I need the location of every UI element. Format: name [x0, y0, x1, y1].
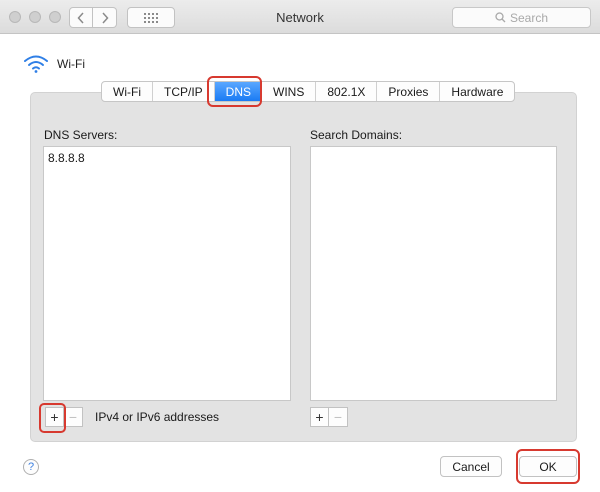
add-button-highlight	[39, 403, 66, 433]
remove-dns-server-button[interactable]: −	[64, 407, 83, 427]
tab-8021x[interactable]: 802.1X	[316, 82, 378, 101]
search-icon	[495, 12, 506, 23]
search-input[interactable]: Search	[452, 7, 591, 28]
tab-bar: Wi-Fi TCP/IP DNS WINS 802.1X Proxies Har…	[101, 81, 516, 102]
dns-tab-highlight	[207, 76, 262, 107]
tab-wifi[interactable]: Wi-Fi	[102, 82, 153, 101]
interface-header: Wi-Fi	[23, 55, 85, 73]
title-bar: Network Search	[0, 0, 600, 34]
tab-hardware[interactable]: Hardware	[440, 82, 514, 101]
ip-hint-text: IPv4 or IPv6 addresses	[95, 410, 220, 424]
dns-servers-list[interactable]: 8.8.8.8	[43, 146, 291, 401]
list-item[interactable]: 8.8.8.8	[44, 147, 290, 169]
search-domains-label: Search Domains:	[310, 128, 403, 142]
tab-tcpip[interactable]: TCP/IP	[153, 82, 215, 101]
interface-name: Wi-Fi	[57, 57, 85, 71]
tab-wins[interactable]: WINS	[262, 82, 317, 101]
search-placeholder: Search	[509, 10, 549, 25]
search-add-remove-group: + −	[310, 407, 348, 427]
help-button[interactable]: ?	[23, 459, 39, 475]
cancel-button[interactable]: Cancel	[440, 456, 502, 477]
tab-proxies[interactable]: Proxies	[377, 82, 441, 101]
dns-servers-label: DNS Servers:	[44, 128, 118, 142]
add-search-domain-button[interactable]: +	[310, 407, 329, 427]
ok-button-highlight	[516, 449, 580, 484]
search-domains-list[interactable]	[310, 146, 557, 401]
remove-search-domain-button[interactable]: −	[329, 407, 348, 427]
wifi-icon	[24, 55, 48, 73]
